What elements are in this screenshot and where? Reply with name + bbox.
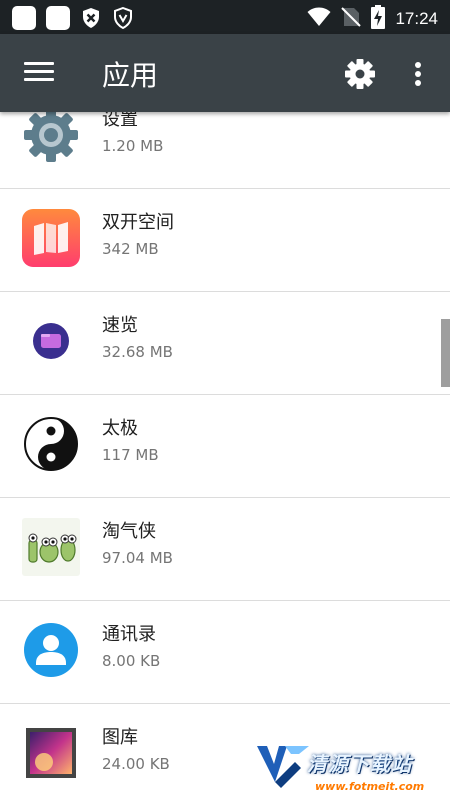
app-item-quick-view[interactable]: 速览 32.68 MB [0,291,450,395]
app-size: 24.00 KB [102,755,170,773]
gallery-icon [26,728,76,778]
app-size: 1.20 MB [102,137,164,155]
app-item-taoqixia[interactable]: 淘气侠 97.04 MB [0,497,450,601]
wifi-icon [307,7,331,31]
page-title: 应用 [102,59,159,92]
contact-person-icon [24,623,78,677]
quick-view-icon [33,323,69,359]
status-bar: 17:24 [0,0,450,34]
no-sim-icon [341,6,362,32]
app-bar: 应用 [0,34,450,112]
app-name: 速览 [102,315,138,336]
yin-yang-icon [24,417,78,471]
more-vert-icon [415,62,421,86]
status-bar-right: 17:24 [307,5,438,33]
app-item-settings[interactable]: 设置 1.20 MB [0,112,450,189]
app-name: 太极 [102,418,138,439]
notification-square-icon [12,6,36,30]
app-item-contacts[interactable]: 通讯录 8.00 KB [0,600,450,704]
app-size: 342 MB [102,240,159,258]
shield-v-icon [112,7,134,29]
battery-charging-icon [371,5,386,33]
menu-icon [24,62,54,65]
settings-button[interactable] [342,56,378,92]
watermark-subtitle: www.fotmeit.com [315,780,425,793]
app-size: 32.68 MB [102,343,173,361]
status-bar-left [12,6,134,30]
menu-button[interactable] [22,57,56,89]
scrollbar[interactable] [441,319,450,387]
watermark-title: 清源下载站 [307,752,412,776]
app-list: 设置 1.20 MB 双开空间 342 MB 速览 32.68 MB 太极 11… [0,112,450,800]
watermark: 清源下载站 www.fotmeit.com [255,740,430,796]
app-size: 117 MB [102,446,159,464]
dual-space-icon [22,209,80,267]
app-name: 图库 [102,727,138,748]
app-name: 设置 [102,112,138,130]
app-item-dual-space[interactable]: 双开空间 342 MB [0,188,450,292]
frog-icon [22,518,80,576]
clock: 17:24 [395,9,438,28]
app-name: 双开空间 [102,212,174,233]
more-options-button[interactable] [408,56,428,92]
notification-square-icon [46,6,70,30]
app-name: 淘气侠 [102,521,156,542]
gear-icon [345,59,375,89]
app-item-taichi[interactable]: 太极 117 MB [0,394,450,498]
settings-gear-icon [24,112,78,162]
watermark-logo [257,746,309,788]
app-name: 通讯录 [102,624,156,645]
app-size: 97.04 MB [102,549,173,567]
shield-x-icon [80,7,102,29]
app-size: 8.00 KB [102,652,161,670]
